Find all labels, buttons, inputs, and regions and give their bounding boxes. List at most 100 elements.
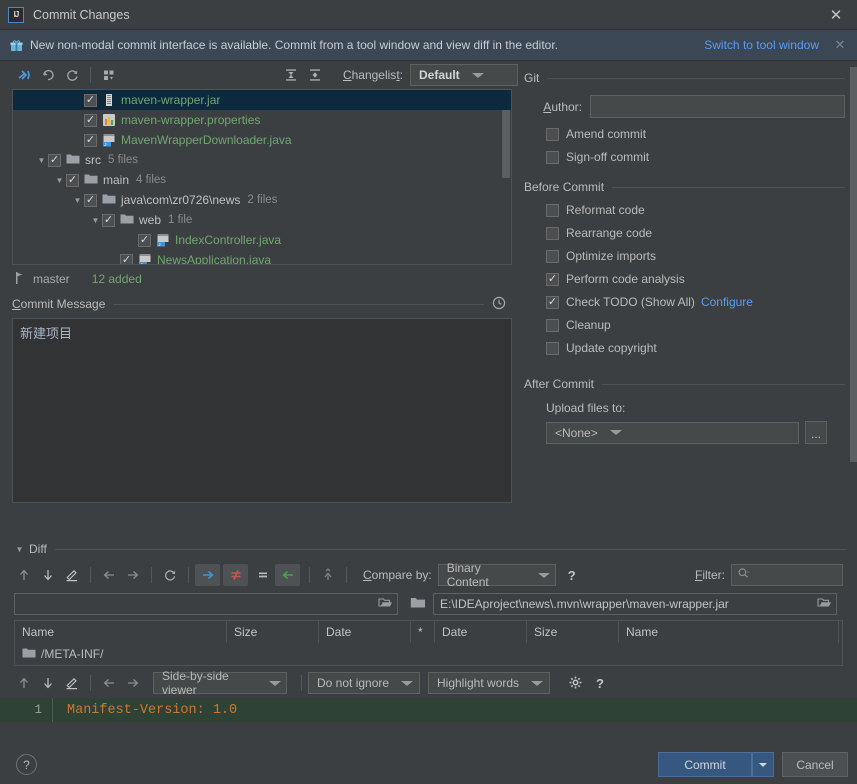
tree-row-checkbox[interactable]: [48, 153, 61, 167]
switch-to-tool-window-link[interactable]: Switch to tool window: [704, 38, 819, 52]
table-column-header[interactable]: Name: [619, 621, 839, 643]
tree-row[interactable]: ▼ src 5 files: [13, 150, 511, 170]
collapse-all-icon[interactable]: [303, 63, 327, 87]
configure-link[interactable]: Configure: [701, 295, 753, 309]
compare-by-combo[interactable]: Binary Content: [437, 561, 556, 589]
chevron-down-icon[interactable]: ▼: [89, 216, 102, 225]
option-checkbox[interactable]: [546, 127, 559, 141]
clock-icon[interactable]: [492, 296, 506, 313]
option-checkbox[interactable]: [546, 272, 559, 286]
previous-difference-icon[interactable]: [12, 671, 36, 695]
commit-option[interactable]: Amend commit: [546, 127, 845, 141]
merge-icon[interactable]: [316, 563, 340, 587]
table-column-header[interactable]: Date: [435, 621, 527, 643]
option-checkbox[interactable]: [546, 318, 559, 332]
tree-row[interactable]: J NewsApplication.java: [13, 250, 511, 264]
highlight-mode-combo[interactable]: Highlight words: [428, 672, 550, 694]
refresh-icon[interactable]: [158, 563, 182, 587]
commit-option[interactable]: Optimize imports: [546, 249, 845, 263]
tree-row[interactable]: ▼ java\com\zr0726\news 2 files: [13, 190, 511, 210]
open-folder-icon[interactable]: [378, 596, 393, 612]
table-column-header[interactable]: Size: [527, 621, 619, 643]
commit-button[interactable]: Commit: [658, 752, 752, 777]
tree-row[interactable]: J IndexController.java: [13, 230, 511, 250]
tree-row-checkbox[interactable]: [102, 213, 115, 227]
chevron-down-icon[interactable]: ▼: [35, 156, 48, 165]
tree-row[interactable]: J MavenWrapperDownloader.java: [13, 130, 511, 150]
option-checkbox[interactable]: [546, 203, 559, 217]
left-path-field[interactable]: [14, 593, 398, 615]
tree-row-checkbox[interactable]: [84, 113, 97, 127]
tree-row-checkbox[interactable]: [84, 193, 97, 207]
table-column-header[interactable]: Date: [319, 621, 411, 643]
ignore-mode-combo[interactable]: Do not ignore: [308, 672, 420, 694]
option-checkbox[interactable]: [546, 249, 559, 263]
viewer-mode-combo[interactable]: Side-by-side viewer: [153, 669, 287, 697]
tree-scrollbar[interactable]: [502, 110, 510, 178]
show-diff-icon[interactable]: [223, 564, 248, 586]
option-checkbox[interactable]: [546, 295, 559, 309]
expand-all-icon[interactable]: [279, 63, 303, 87]
tree-row[interactable]: maven-wrapper.jar: [13, 90, 511, 110]
apply-left-icon[interactable]: [275, 564, 300, 586]
changed-files-tree[interactable]: maven-wrapper.jar maven-wrapper.propertie…: [12, 89, 512, 265]
previous-difference-icon[interactable]: [12, 563, 36, 587]
table-column-header[interactable]: Size: [227, 621, 319, 643]
go-right-icon[interactable]: [121, 563, 145, 587]
cancel-button[interactable]: Cancel: [782, 752, 848, 777]
tree-row-checkbox[interactable]: [66, 173, 79, 187]
options-scrollbar[interactable]: [850, 67, 857, 462]
notification-close-icon[interactable]: ✕: [833, 37, 847, 53]
changelist-combo[interactable]: Default: [410, 64, 518, 86]
rollback-icon[interactable]: [36, 63, 60, 87]
refresh-icon[interactable]: [60, 63, 84, 87]
table-column-header[interactable]: Name: [15, 621, 227, 643]
group-by-icon[interactable]: [97, 63, 121, 87]
author-field[interactable]: [590, 95, 845, 118]
table-column-header[interactable]: *: [411, 621, 435, 643]
equals-icon[interactable]: [251, 563, 275, 587]
upload-target-combo[interactable]: <None>: [546, 421, 799, 444]
tree-row-checkbox[interactable]: [138, 233, 151, 247]
diff-code-preview[interactable]: 1 Manifest-Version: 1.0: [0, 698, 857, 722]
edit-source-icon[interactable]: [60, 671, 84, 695]
help-icon[interactable]: ?: [16, 754, 37, 775]
commit-option[interactable]: Sign-off commit: [546, 150, 845, 164]
tree-row[interactable]: ▼ web 1 file: [13, 210, 511, 230]
viewer-help-icon[interactable]: ?: [596, 676, 604, 691]
chevron-down-icon[interactable]: ▼: [14, 545, 25, 554]
commit-option[interactable]: Rearrange code: [546, 226, 845, 240]
gear-icon[interactable]: [564, 671, 588, 695]
go-left-icon[interactable]: [97, 563, 121, 587]
right-path-field[interactable]: E:\IDEAproject\news\.mvn\wrapper\maven-w…: [433, 593, 837, 615]
next-difference-icon[interactable]: [36, 671, 60, 695]
chevron-down-icon[interactable]: ▼: [71, 196, 84, 205]
table-row[interactable]: /META-INF/: [15, 643, 842, 665]
commit-option[interactable]: Cleanup: [546, 318, 845, 332]
tree-row[interactable]: maven-wrapper.properties: [13, 110, 511, 130]
commit-option[interactable]: Check TODO (Show All) Configure: [546, 295, 845, 309]
filter-input[interactable]: [731, 564, 843, 586]
commit-option[interactable]: Perform code analysis: [546, 272, 845, 286]
commit-message-input[interactable]: 新建项目: [12, 318, 512, 503]
chevron-down-icon[interactable]: ▼: [53, 176, 66, 185]
option-checkbox[interactable]: [546, 226, 559, 240]
go-right-icon[interactable]: [121, 671, 145, 695]
close-icon[interactable]: ✕: [815, 0, 857, 30]
tree-row[interactable]: ▼ main 4 files: [13, 170, 511, 190]
open-folder-icon[interactable]: [817, 596, 832, 612]
commit-option[interactable]: Update copyright: [546, 341, 845, 355]
move-to-changelist-icon[interactable]: [12, 63, 36, 87]
go-left-icon[interactable]: [97, 671, 121, 695]
option-checkbox[interactable]: [546, 341, 559, 355]
edit-source-icon[interactable]: [60, 563, 84, 587]
option-checkbox[interactable]: [546, 150, 559, 164]
commit-dropdown-button[interactable]: [752, 752, 774, 777]
commit-option[interactable]: Reformat code: [546, 203, 845, 217]
tree-row-checkbox[interactable]: [84, 133, 97, 147]
tree-row-checkbox[interactable]: [84, 93, 97, 107]
tree-row-checkbox[interactable]: [120, 253, 133, 264]
next-difference-icon[interactable]: [36, 563, 60, 587]
diff-help-icon[interactable]: ?: [568, 568, 576, 583]
apply-right-icon[interactable]: [195, 564, 220, 586]
